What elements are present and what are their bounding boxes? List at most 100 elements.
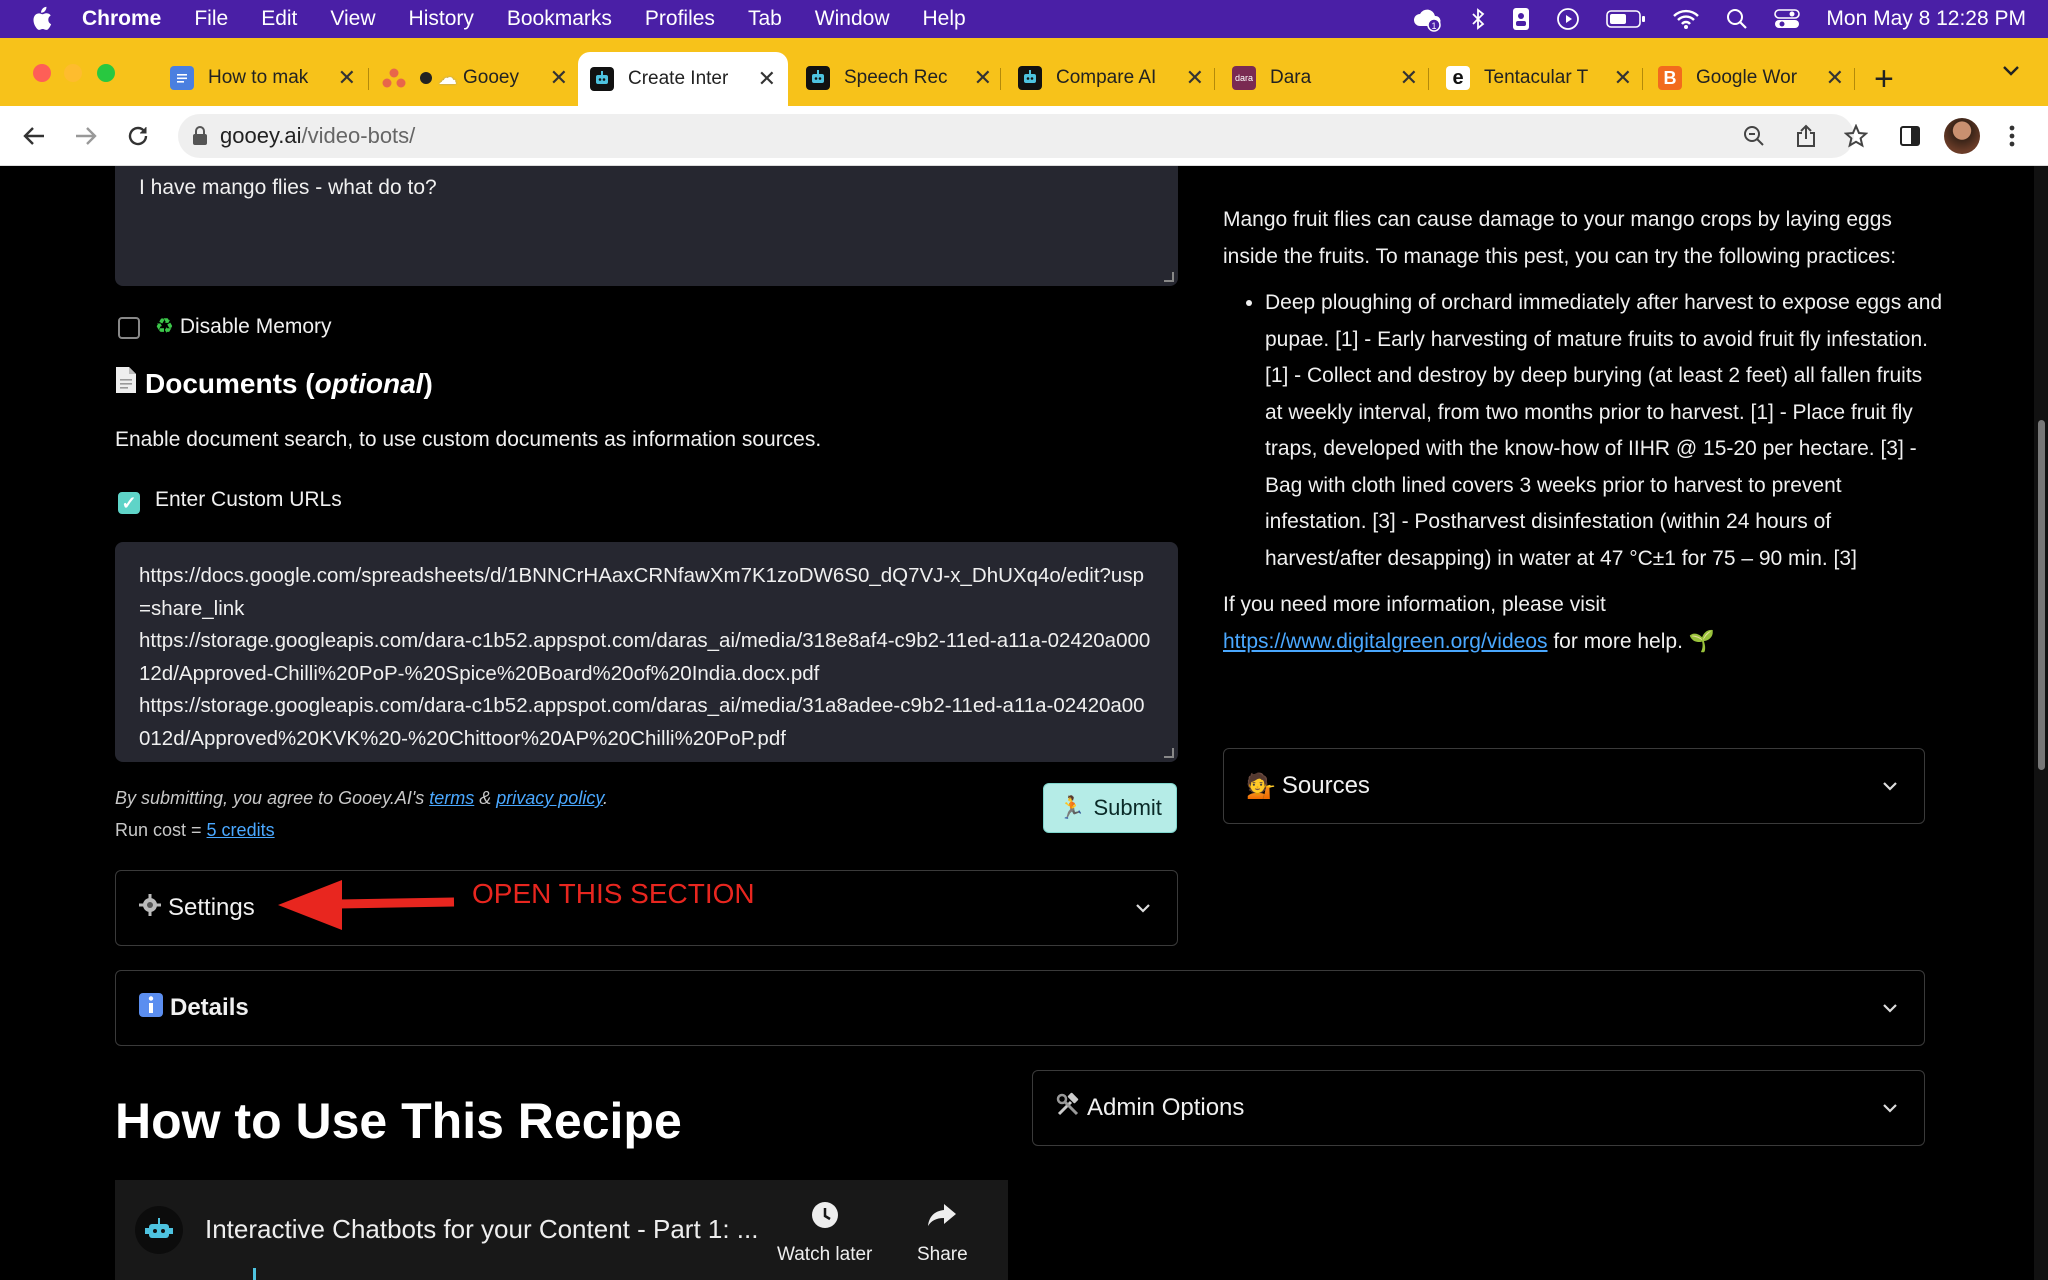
answer-bullet: Deep ploughing of orchard immediately af… (1265, 285, 1943, 577)
menu-window[interactable]: Window (815, 7, 890, 31)
reload-icon[interactable] (122, 120, 154, 152)
tab-separator (1000, 68, 1001, 90)
browser-tab[interactable]: How to mak ✕ (158, 56, 368, 100)
custom-urls-checkbox[interactable]: ✓ (118, 492, 140, 514)
dara-icon: dara (1232, 66, 1256, 90)
url-entry: https://storage.googleapis.com/dara-c1b5… (139, 629, 1151, 685)
address-bar[interactable]: gooey.ai/video-bots/ (178, 114, 1868, 158)
browser-tab-active[interactable]: Create Inter ✕ (578, 52, 788, 106)
bluetooth-icon[interactable] (1470, 7, 1486, 31)
browser-tab[interactable]: dara Dara ✕ (1220, 56, 1430, 100)
annotation-text: OPEN THIS SECTION (472, 878, 755, 909)
tab-separator (1854, 68, 1855, 90)
tab-close-icon[interactable]: ✕ (1614, 65, 1632, 91)
tab-close-icon[interactable]: ✕ (974, 65, 992, 91)
menu-help[interactable]: Help (923, 7, 966, 31)
share-arrow-icon (926, 1200, 958, 1236)
browser-tab[interactable]: Compare AI ✕ (1006, 56, 1216, 100)
zoom-magnifier-icon[interactable] (1738, 120, 1770, 152)
watch-later-button[interactable]: Watch later (777, 1200, 872, 1266)
more-info-post: for more help. 🌱 (1547, 629, 1715, 653)
menu-tab[interactable]: Tab (748, 7, 782, 31)
control-center-icon[interactable] (1774, 8, 1801, 30)
menu-profiles[interactable]: Profiles (645, 7, 715, 31)
menu-file[interactable]: File (194, 7, 228, 31)
contacts-icon[interactable] (1512, 7, 1530, 31)
page-scrollbar-thumb[interactable] (2038, 420, 2045, 770)
battery-icon[interactable] (1606, 8, 1646, 30)
play-icon[interactable] (1556, 7, 1580, 31)
profile-avatar[interactable] (1944, 118, 1980, 154)
url-path: /video-bots/ (301, 123, 416, 148)
custom-urls-label[interactable]: Enter Custom URLs (155, 488, 342, 512)
privacy-policy-link[interactable]: privacy policy (496, 788, 603, 808)
tentacular-e-icon: e (1446, 66, 1470, 90)
creative-cloud-icon[interactable]: 1 (1412, 6, 1444, 32)
answer-list: Deep ploughing of orchard immediately af… (1265, 285, 1943, 577)
documents-heading-end: ) (423, 367, 433, 399)
browser-tab[interactable]: e Tentacular T ✕ (1434, 56, 1644, 100)
browser-tab[interactable]: ☁ Gooey ✕ (370, 56, 580, 100)
details-expander[interactable]: Details (115, 970, 1925, 1046)
run-cost-text: Run cost = (115, 820, 207, 840)
menu-edit[interactable]: Edit (261, 7, 297, 31)
tab-close-icon[interactable]: ✕ (338, 65, 356, 91)
question-textarea[interactable]: I have mango flies - what do to? (115, 166, 1178, 286)
wifi-icon[interactable] (1672, 8, 1700, 30)
channel-robot-icon[interactable] (135, 1206, 183, 1254)
chevron-down-icon (1882, 1103, 1898, 1113)
tab-close-icon[interactable]: ✕ (1186, 65, 1204, 91)
bookmark-star-icon[interactable] (1840, 120, 1872, 152)
chatbot-answer: Mango fruit flies can cause damage to yo… (1223, 202, 1943, 660)
tab-title: Tentacular T (1484, 67, 1589, 88)
lock-icon[interactable] (192, 126, 208, 146)
disable-memory-checkbox[interactable] (118, 317, 140, 339)
info-icon (138, 992, 164, 1025)
side-panel-icon[interactable] (1894, 120, 1926, 152)
tab-title-wrap: ☁ Gooey (420, 67, 536, 90)
youtube-video-embed[interactable]: Interactive Chatbots for your Content - … (115, 1180, 1008, 1280)
new-tab-plus-icon[interactable]: + (1874, 60, 1894, 99)
tab-close-icon[interactable]: ✕ (1400, 65, 1418, 91)
minimize-window-button[interactable] (64, 64, 82, 82)
settings-text: Settings (168, 894, 255, 921)
admin-options-expander[interactable]: Admin Options (1032, 1070, 1925, 1146)
disable-memory-label[interactable]: ♻ Disable Memory (155, 314, 332, 339)
back-arrow-icon[interactable] (18, 120, 50, 152)
url-text: gooey.ai/video-bots/ (220, 123, 415, 149)
menu-bookmarks[interactable]: Bookmarks (507, 7, 612, 31)
tab-title: Compare AI (1056, 67, 1157, 88)
apple-icon[interactable] (30, 6, 60, 32)
share-page-icon[interactable] (1790, 120, 1822, 152)
menu-clock[interactable]: Mon May 8 12:28 PM (1826, 7, 2026, 31)
tab-close-icon[interactable]: ✕ (550, 65, 568, 91)
asana-icon (382, 66, 406, 90)
close-window-button[interactable] (33, 64, 51, 82)
zoom-window-button[interactable] (97, 64, 115, 82)
tab-close-icon[interactable]: ✕ (1826, 65, 1844, 91)
tab-search-chevron-icon[interactable] (2002, 64, 2020, 82)
share-button[interactable]: Share (917, 1200, 968, 1266)
digitalgreen-link[interactable]: https://www.digitalgreen.org/videos (1223, 630, 1548, 653)
kebab-menu-icon[interactable] (1996, 120, 2028, 152)
tab-close-icon[interactable]: ✕ (758, 66, 776, 92)
credits-link[interactable]: 5 credits (207, 820, 275, 840)
browser-tab[interactable]: B Google Wor ✕ (1646, 56, 1856, 100)
video-title[interactable]: Interactive Chatbots for your Content - … (205, 1214, 758, 1245)
terms-link[interactable]: terms (429, 788, 474, 808)
menu-view[interactable]: View (330, 7, 375, 31)
tab-title: Google Wor (1696, 67, 1798, 88)
browser-tab[interactable]: Speech Rec ✕ (794, 56, 1004, 100)
spotlight-search-icon[interactable] (1726, 8, 1748, 30)
sources-expander[interactable]: 💁 Sources (1223, 748, 1925, 824)
menu-history[interactable]: History (409, 7, 474, 31)
question-text: I have mango flies - what do to? (139, 176, 437, 199)
resize-grip-icon[interactable] (1164, 748, 1174, 758)
documents-heading-text: Documents ( (145, 367, 315, 399)
menu-app-chrome[interactable]: Chrome (82, 7, 161, 31)
submit-button[interactable]: 🏃 Submit (1043, 783, 1177, 833)
resize-grip-icon[interactable] (1164, 272, 1174, 282)
custom-urls-textarea[interactable]: https://docs.google.com/spreadsheets/d/1… (115, 542, 1178, 762)
forward-arrow-icon[interactable] (70, 120, 102, 152)
unread-dot-icon (420, 72, 432, 84)
